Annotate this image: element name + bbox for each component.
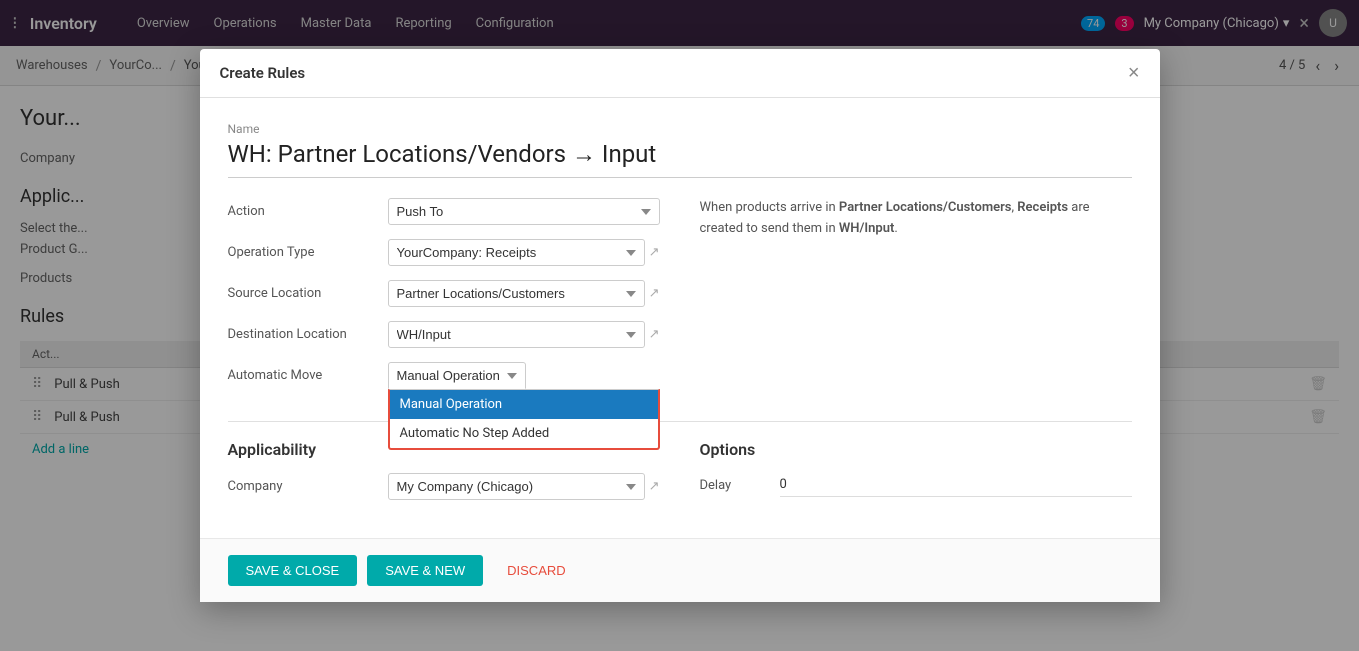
delay-label: Delay [700,478,780,493]
source-location-external-link[interactable]: ↗ [649,286,660,301]
modal-body: Name WH: Partner Locations/Vendors → Inp… [200,98,1160,538]
destination-location-field: WH/Input ↗ [388,321,660,348]
source-location-select[interactable]: Partner Locations/Customers [388,280,645,307]
delay-row: Delay 0 [700,473,1132,497]
operation-type-label: Operation Type [228,245,388,260]
destination-location-select[interactable]: WH/Input [388,321,645,348]
modal-footer: SAVE & CLOSE SAVE & NEW DISCARD [200,538,1160,602]
name-field-label: Name [228,122,1132,136]
action-select[interactable]: Push To [388,198,660,225]
automatic-move-dropdown-list: Manual Operation Automatic No Step Added [388,389,660,450]
action-row: Action Push To [228,198,660,225]
section-divider-1 [228,421,1132,422]
action-label: Action [228,204,388,219]
source-location-field: Partner Locations/Customers ↗ [388,280,660,307]
save-new-button[interactable]: SAVE & NEW [367,555,483,586]
automatic-move-select[interactable]: Manual Operation [388,362,526,389]
destination-location-label: Destination Location [228,327,388,342]
dropdown-option-automatic[interactable]: Automatic No Step Added [390,419,658,448]
modal-create-rules: Create Rules × Name WH: Partner Location… [200,49,1160,602]
modal-header: Create Rules × [200,49,1160,98]
name-field-value[interactable]: WH: Partner Locations/Vendors → Input [228,140,1132,178]
automatic-move-label: Automatic Move [228,368,388,383]
automatic-move-dropdown-container: Manual Operation Manual Operation Automa… [388,362,660,389]
company-external-link[interactable]: ↗ [649,479,660,494]
company-row: Company My Company (Chicago) ↗ [228,473,660,500]
modal-left-col: Action Push To Operation Type YourComp [228,198,660,403]
modal-title: Create Rules [220,64,306,82]
applicability-options-cols: Applicability Company My Company (Chicag… [228,440,1132,514]
save-close-button[interactable]: SAVE & CLOSE [228,555,358,586]
modal-right-col: When products arrive in Partner Location… [700,198,1132,403]
operation-type-select[interactable]: YourCompany: Receipts [388,239,645,266]
discard-modal-button[interactable]: DISCARD [493,555,580,586]
company-field: My Company (Chicago) ↗ [388,473,660,500]
options-section: Options Delay 0 [700,440,1132,514]
automatic-move-field: Manual Operation Manual Operation Automa… [388,362,660,389]
company-select[interactable]: My Company (Chicago) [388,473,645,500]
destination-location-external-link[interactable]: ↗ [649,327,660,342]
info-text: When products arrive in Partner Location… [700,198,1132,240]
operation-type-external-link[interactable]: ↗ [649,245,660,260]
dropdown-option-manual[interactable]: Manual Operation [390,390,658,419]
modal-close-button[interactable]: × [1128,63,1140,83]
company-label-modal: Company [228,479,388,494]
action-field: Push To [388,198,660,225]
options-title: Options [700,440,1132,459]
applicability-section: Applicability Company My Company (Chicag… [228,440,660,514]
modal-form-cols: Action Push To Operation Type YourComp [228,198,1132,403]
delay-value[interactable]: 0 [780,473,1132,497]
source-location-label: Source Location [228,286,388,301]
operation-type-field: YourCompany: Receipts ↗ [388,239,660,266]
operation-type-row: Operation Type YourCompany: Receipts ↗ [228,239,660,266]
source-location-row: Source Location Partner Locations/Custom… [228,280,660,307]
modal-overlay: Create Rules × Name WH: Partner Location… [0,0,1359,651]
automatic-move-row: Automatic Move Manual Operation Manual O… [228,362,660,389]
destination-location-row: Destination Location WH/Input ↗ [228,321,660,348]
